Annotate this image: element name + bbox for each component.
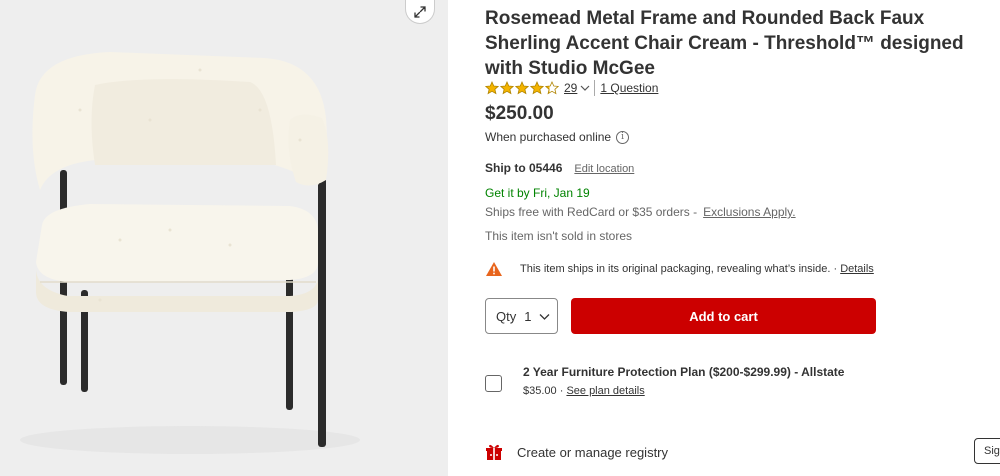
gift-icon (486, 444, 502, 460)
chevron-down-icon (540, 313, 550, 320)
free-shipping-text: Ships free with RedCard or $35 orders - (485, 205, 698, 219)
sign-in-button[interactable]: Sign (974, 438, 1000, 464)
ship-to-row: Ship to 05446 Edit location (485, 161, 634, 175)
expand-icon (414, 5, 426, 18)
add-to-cart-button[interactable]: Add to cart (571, 298, 876, 334)
protection-plan-price: $35.00 · (523, 385, 564, 397)
protection-plan-checkbox[interactable] (485, 375, 502, 392)
ship-to-label: Ship to 05446 (485, 161, 563, 175)
star-icon (485, 81, 499, 95)
edit-location-link[interactable]: Edit location (574, 163, 634, 175)
registry-link[interactable]: Create or manage registry (485, 443, 668, 461)
rating-row: 29 1 Question (485, 79, 658, 97)
delivery-estimate: Get it by Fri, Jan 19 (485, 186, 590, 200)
packaging-note-text: This item ships in its original packagin… (520, 263, 838, 275)
free-shipping-note: Ships free with RedCard or $35 orders - E… (485, 205, 796, 219)
star-icon (500, 81, 514, 95)
product-price: $250.00 (485, 103, 554, 124)
see-plan-details-link[interactable]: See plan details (566, 385, 644, 397)
protection-plan-title: 2 Year Furniture Protection Plan ($200-$… (523, 365, 845, 379)
star-rating[interactable] (485, 81, 560, 95)
warning-icon (486, 262, 502, 276)
registry-label: Create or manage registry (517, 444, 669, 460)
packaging-details-link[interactable]: Details (840, 263, 874, 275)
qty-label: Qty (496, 308, 517, 324)
protection-plan-details: $35.00 · See plan details (523, 385, 645, 397)
star-icon (545, 81, 559, 95)
questions-link[interactable]: 1 Question (600, 81, 658, 95)
star-icon (530, 81, 544, 95)
purchase-note: When purchased online i (485, 130, 630, 144)
qty-value: 1 (524, 308, 532, 324)
product-image-gallery[interactable] (0, 0, 448, 476)
review-count-link[interactable]: 29 (564, 81, 577, 95)
product-details-panel: Rosemead Metal Frame and Rounded Back Fa… (485, 0, 1000, 476)
divider (594, 80, 596, 96)
product-title: Rosemead Metal Frame and Rounded Back Fa… (485, 8, 964, 79)
info-icon[interactable]: i (616, 130, 630, 144)
quantity-select[interactable]: Qty 1 (485, 298, 558, 334)
packaging-note: This item ships in its original packagin… (485, 261, 874, 277)
product-image (0, 0, 448, 476)
purchase-note-text: When purchased online (485, 130, 612, 144)
store-availability: This item isn't sold in stores (485, 229, 633, 243)
exclusions-link[interactable]: Exclusions Apply. (703, 205, 796, 219)
star-icon (515, 81, 529, 95)
chevron-down-icon[interactable] (580, 83, 590, 93)
